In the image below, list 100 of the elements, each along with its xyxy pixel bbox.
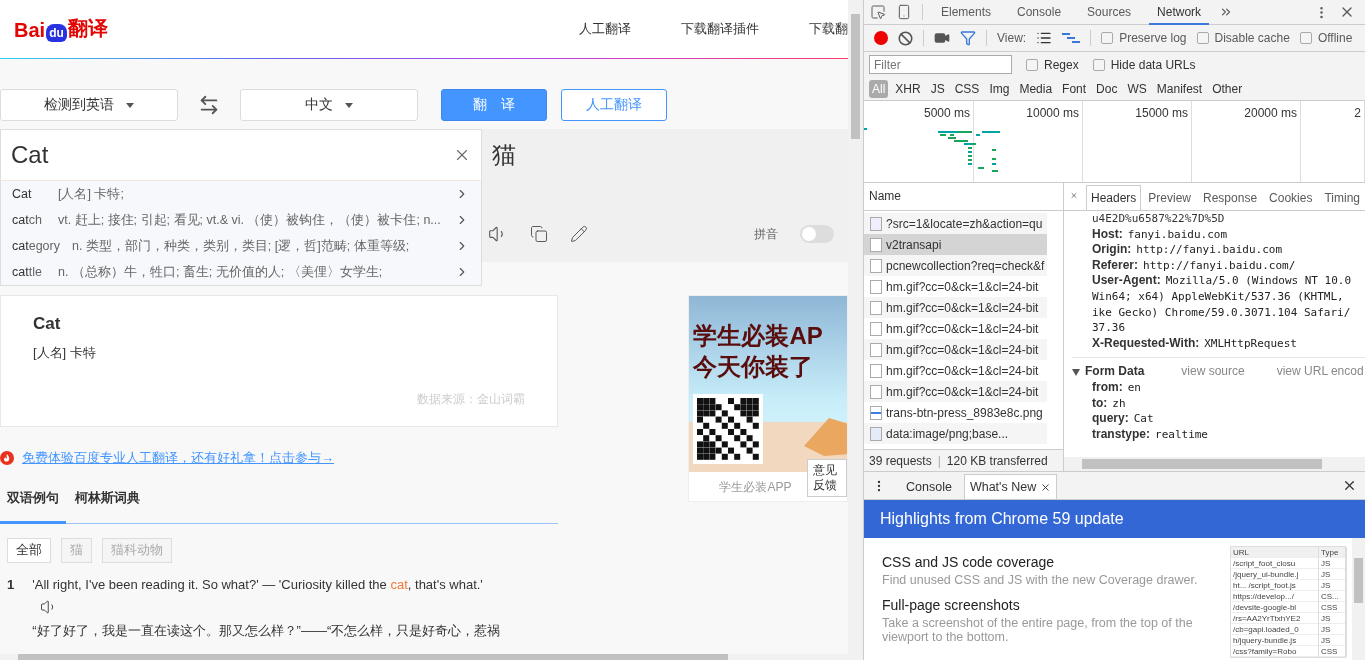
scrollbar[interactable] bbox=[0, 654, 848, 660]
request-row[interactable]: ?src=1&locate=zh&action=qu bbox=[864, 213, 1047, 234]
example-number: 1 bbox=[7, 577, 15, 594]
time-tick: 2 bbox=[1354, 106, 1361, 120]
example-translation: “好了好了，我是一直在读这个。那又怎么样？”——“不怎么样，只是好奇心，惹祸 bbox=[32, 622, 501, 640]
scrollbar[interactable] bbox=[1064, 457, 1365, 471]
dictionary-tab[interactable]: 双语例句 bbox=[0, 479, 66, 524]
request-row[interactable]: hm.gif?cc=0&ck=1&cl=24-bit bbox=[864, 339, 1047, 360]
close-icon[interactable] bbox=[1040, 481, 1052, 493]
pinyin-toggle[interactable] bbox=[800, 225, 834, 243]
nav-link[interactable]: 下载翻 bbox=[809, 19, 848, 38]
header-name: Host: bbox=[1092, 226, 1123, 241]
header-value: ike Gecko) Chrome/59.0.3071.104 Safari/ bbox=[1092, 305, 1351, 319]
table-cell: CSS bbox=[1319, 646, 1347, 657]
expand-triangle[interactable] bbox=[1072, 368, 1080, 376]
clear-icon[interactable] bbox=[898, 30, 913, 46]
form-field-name: from: bbox=[1092, 379, 1123, 394]
view-link[interactable]: view URL encod bbox=[1276, 364, 1364, 380]
time-tick: 20000 ms bbox=[1244, 106, 1297, 120]
type-filter[interactable]: JS bbox=[927, 79, 948, 98]
feature-description: Find unused CSS and JS with the new Coverage drawer. bbox=[882, 573, 1199, 587]
header-name: User-Agent: bbox=[1092, 273, 1161, 288]
example-sentence: 'All right, I've been reading it. So what?' — 'Curiosity killed the cat, that's what.' bbox=[32, 577, 484, 592]
suggestion-item[interactable]: cattle n. （总称）牛，牲口; 畜生; 无价值的人; 〈美俚〉女学生; bbox=[1, 259, 481, 285]
pinyin-label: 拼音 bbox=[754, 225, 778, 243]
option-checkbox[interactable]: Regex bbox=[1026, 57, 1079, 72]
form-field-value: zh bbox=[1112, 396, 1126, 410]
list-view-icon[interactable] bbox=[1036, 30, 1053, 46]
view-label: View: bbox=[997, 31, 1027, 45]
detail-tab[interactable]: Cookies bbox=[1264, 185, 1318, 210]
detail-tab[interactable]: Headers bbox=[1086, 185, 1142, 210]
ad-headline: 学生必装AP 今天你装了 bbox=[693, 321, 823, 382]
nav-link[interactable]: 下载翻译插件 bbox=[681, 19, 759, 38]
request-row[interactable]: pcnewcollection?req=check&f bbox=[864, 255, 1047, 276]
table-cell: /css?family=Robo bbox=[1231, 646, 1319, 657]
type-filter[interactable]: XHR bbox=[892, 79, 924, 98]
option-checkbox[interactable]: Hide data URLs bbox=[1092, 57, 1196, 72]
type-filter[interactable]: WS bbox=[1124, 79, 1150, 98]
devtools-tab[interactable]: Console bbox=[1009, 0, 1070, 25]
form-field-name: to: bbox=[1092, 395, 1108, 410]
request-row[interactable]: v2transapi bbox=[864, 234, 1047, 255]
view-link[interactable]: view source bbox=[1181, 364, 1245, 380]
option-checkbox[interactable]: Disable cache bbox=[1196, 31, 1290, 45]
detail-tab[interactable]: Timing bbox=[1319, 185, 1365, 210]
drawer-tab[interactable]: What's New bbox=[963, 474, 1058, 499]
header-name: Referer: bbox=[1092, 257, 1139, 272]
device-icon[interactable] bbox=[896, 4, 912, 20]
header-name: X-Requested-With: bbox=[1092, 335, 1200, 350]
filter-field[interactable]: Filter bbox=[869, 55, 1012, 74]
time-tick: 10000 ms bbox=[1026, 106, 1079, 120]
record-button[interactable] bbox=[874, 31, 888, 45]
nav-link[interactable]: 人工翻译 bbox=[579, 19, 631, 38]
pencil-icon[interactable] bbox=[570, 225, 588, 243]
filter-chip[interactable]: 全部 bbox=[7, 538, 51, 563]
camera-icon[interactable] bbox=[934, 30, 950, 46]
section-title: Form Data bbox=[1085, 364, 1145, 380]
filter-icon[interactable] bbox=[960, 30, 976, 46]
feedback-button[interactable]: 意见反馈 bbox=[807, 459, 847, 497]
drawer-tab[interactable]: Console bbox=[900, 474, 958, 499]
type-filter[interactable]: Doc bbox=[1093, 79, 1121, 98]
time-tick: 5000 ms bbox=[923, 106, 970, 120]
scrollbar[interactable] bbox=[848, 0, 863, 660]
feature-title: CSS and JS code coverage bbox=[882, 554, 1055, 570]
time-tick: 15000 ms bbox=[1135, 106, 1188, 120]
suggestion-item[interactable]: category n. 类型，部门，种类，类别，类目; [逻，哲]范畴; 体重等级; bbox=[1, 233, 481, 259]
devtools-tab[interactable]: Sources bbox=[1079, 0, 1140, 25]
type-filter[interactable]: Font bbox=[1059, 79, 1090, 98]
detail-tab[interactable]: Response bbox=[1198, 185, 1263, 210]
request-row[interactable]: hm.gif?cc=0&ck=1&cl=24-bit bbox=[864, 297, 1047, 318]
request-row[interactable]: hm.gif?cc=0&ck=1&cl=24-bit bbox=[864, 381, 1047, 402]
type-filter[interactable]: CSS bbox=[951, 79, 983, 98]
whats-new-banner: Highlights from Chrome 59 update bbox=[864, 500, 1365, 538]
type-filter[interactable]: Img bbox=[986, 79, 1013, 98]
detail-tab[interactable]: Preview bbox=[1143, 185, 1197, 210]
option-checkbox[interactable]: Offline bbox=[1299, 31, 1353, 45]
swap-icon[interactable] bbox=[198, 94, 220, 116]
scrollbar[interactable] bbox=[1352, 538, 1365, 660]
suggestion-item[interactable]: catch vt. 赶上; 接住; 引起; 看见; vt.& vi. （使）被钩住，（使）被卡住; n... bbox=[1, 207, 481, 233]
form-field-value: en bbox=[1127, 380, 1141, 394]
source-input[interactable]: Cat bbox=[0, 129, 482, 181]
translation-output: 猫 拼音 bbox=[482, 129, 848, 262]
target-language-select[interactable]: 中文 bbox=[240, 89, 418, 121]
ad-caption: 学生必装APP bbox=[719, 479, 792, 496]
dictionary-tab[interactable]: 柯林斯词典 bbox=[68, 479, 147, 524]
copy-icon[interactable] bbox=[530, 225, 548, 243]
inspect-icon[interactable] bbox=[870, 4, 886, 20]
type-filter[interactable]: Manifest bbox=[1153, 79, 1206, 98]
request-row[interactable]: data:image/png;base... bbox=[864, 423, 1047, 444]
feature-title: Full-page screenshots bbox=[882, 597, 1021, 613]
type-filter[interactable]: Media bbox=[1016, 79, 1056, 98]
header-value: 37.36 bbox=[1092, 321, 1126, 335]
source-language-select[interactable]: 检测到英语 bbox=[0, 89, 178, 121]
waterfall-view-icon[interactable] bbox=[1062, 32, 1081, 44]
dictionary-word: Cat bbox=[33, 314, 62, 334]
suggestion-item[interactable]: Cat [人名] 卡特; bbox=[1, 181, 481, 207]
close-icon[interactable] bbox=[1342, 478, 1357, 493]
option-checkbox[interactable]: Preserve log bbox=[1101, 31, 1187, 45]
devtools-tab[interactable]: Elements bbox=[933, 0, 1000, 25]
type-filter[interactable]: Other bbox=[1209, 79, 1246, 98]
header-name: Origin: bbox=[1092, 242, 1132, 257]
